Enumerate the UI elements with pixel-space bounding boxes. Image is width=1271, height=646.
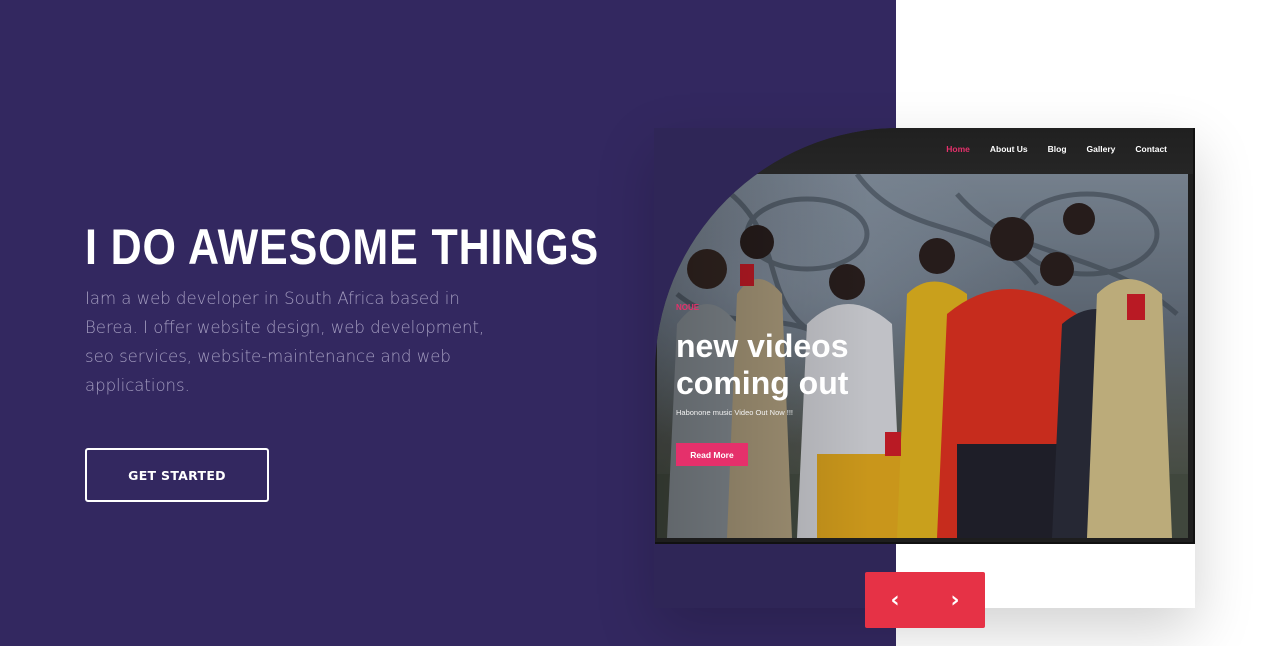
- mockup-headline: new videos coming out: [676, 328, 849, 401]
- mockup-nav-home[interactable]: Home: [946, 144, 970, 154]
- mockup-nav-about[interactable]: About Us: [990, 144, 1028, 154]
- mockup-category-tag: NOUE: [676, 303, 700, 312]
- hero-title: I DO AWESOME THINGS: [85, 219, 600, 275]
- mockup-nav-blog[interactable]: Blog: [1048, 144, 1067, 154]
- get-started-button[interactable]: GET STARTED: [85, 448, 269, 502]
- mockup-navbar: Home About Us Blog Gallery Contact: [655, 128, 1193, 174]
- chevron-right-icon[interactable]: ›: [925, 572, 985, 628]
- mockup-nav-contact[interactable]: Contact: [1135, 144, 1167, 154]
- mockup-nav-gallery[interactable]: Gallery: [1087, 144, 1116, 154]
- chevron-left-icon[interactable]: ‹: [865, 572, 925, 628]
- mockup-read-more-button[interactable]: Read More: [676, 443, 748, 466]
- hero-description: Iam a web developer in South Africa base…: [85, 289, 485, 395]
- mockup-subtext: Habonone music Video Out Now !!!: [676, 408, 794, 417]
- website-mockup-screenshot: Home About Us Blog Gallery Contact NOUE …: [655, 128, 1195, 544]
- slider-controls: ‹ ›: [865, 572, 985, 628]
